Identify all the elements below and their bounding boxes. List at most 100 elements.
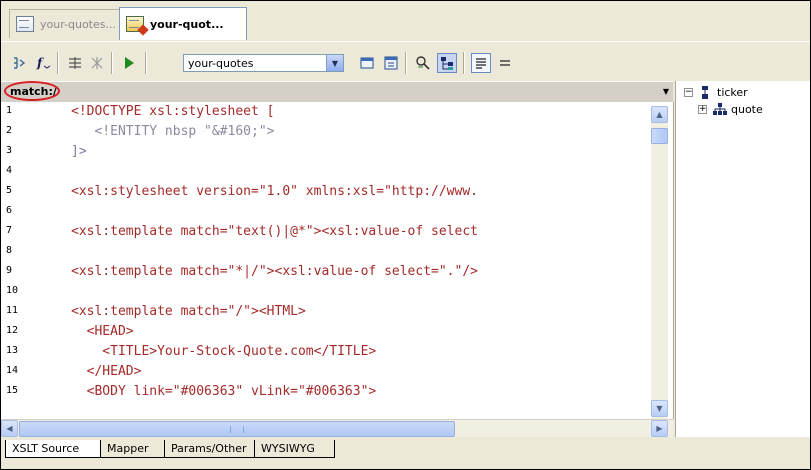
collapse-nodes-icon[interactable] — [65, 53, 85, 73]
window-layout-icon-svg — [384, 56, 398, 70]
doc-tab-active[interactable]: your-quot... — [119, 7, 247, 40]
line-number: 4 — [6, 165, 13, 176]
scroll-down-button[interactable]: ▼ — [651, 400, 668, 417]
tree-split-icon-svg — [14, 57, 26, 69]
code-line: <xsl:template match="text()|@*"><xsl:val… — [71, 224, 478, 239]
schema-tree-panel: − ticker + quote — [675, 81, 810, 437]
vertical-scroll-thumb[interactable] — [651, 128, 668, 144]
line-number: 1 — [6, 105, 13, 116]
chevron-down-icon[interactable]: ▼ — [663, 87, 669, 96]
doc-tab-inactive[interactable]: your-quotes... — [9, 9, 121, 38]
code-line: <xsl:template match="*|/"><xsl:value-of … — [71, 264, 478, 279]
code-line: ]> — [71, 144, 87, 159]
open-file-icon[interactable] — [357, 53, 377, 73]
doc-tab-label: your-quot... — [150, 17, 224, 31]
align-lines-icon[interactable] — [495, 53, 515, 73]
expand-nodes-icon-svg — [91, 57, 103, 69]
line-number: 13 — [6, 345, 19, 356]
tab-label: XSLT Source — [12, 442, 80, 455]
run-play-icon[interactable] — [119, 53, 139, 73]
scroll-left-button[interactable]: ◀ — [1, 420, 18, 437]
align-lines-icon-svg — [500, 60, 510, 66]
line-number: 14 — [6, 365, 19, 376]
collapse-toggle-icon[interactable]: − — [684, 87, 693, 97]
xslt-document-icon — [126, 16, 144, 32]
line-number: 3 — [6, 145, 13, 156]
vertical-scrollbar[interactable]: ▲ ▼ — [651, 106, 668, 419]
run-play-icon-svg — [125, 57, 134, 69]
app-window: your-quotes... your-quot... f your-quote… — [0, 0, 811, 470]
code-line: <xsl:stylesheet version="1.0" xmlns:xsl=… — [71, 184, 478, 199]
toolbar-separator — [57, 52, 59, 74]
tree-view-toggle-icon[interactable] — [437, 53, 457, 73]
match-bar[interactable]: match:/ ▼ — [1, 81, 673, 103]
line-number: 9 — [6, 265, 13, 276]
source-select[interactable]: your-quotes ▼ — [183, 54, 344, 72]
code-editor[interactable]: 1 2 3 4 5 6 7 8 9 10 11 12 13 14 15 <!DO… — [1, 102, 674, 419]
tab-label: WYSIWYG — [261, 442, 315, 455]
line-number: 6 — [6, 205, 13, 216]
doc-tab-label: your-quotes... — [40, 17, 116, 31]
collapse-nodes-icon-svg — [69, 57, 81, 69]
document-tab-bar: your-quotes... your-quot... — [1, 1, 810, 41]
tab-wysiwyg[interactable]: WYSIWYG — [255, 440, 335, 458]
code-line: <TITLE>Your-Stock-Quote.com</TITLE> — [71, 344, 377, 359]
line-number: 8 — [6, 245, 13, 256]
format-lines-icon-svg — [476, 58, 486, 69]
code-line: <xsl:template match="/"><HTML> — [71, 304, 306, 319]
function-icon[interactable]: f — [33, 53, 53, 73]
open-file-icon-svg — [360, 57, 374, 69]
source-select-value: your-quotes — [188, 56, 254, 70]
tree-node-label: ticker — [717, 85, 748, 99]
code-line: <!DOCTYPE xsl:stylesheet [ — [71, 104, 275, 119]
scroll-right-button[interactable]: ▶ — [651, 420, 668, 437]
line-number: 7 — [6, 225, 13, 236]
view-tab-bar: XSLT Source Mapper Params/Other WYSIWYG — [1, 437, 810, 469]
line-number-gutter: 1 2 3 4 5 6 7 8 9 10 11 12 13 14 15 — [1, 102, 51, 419]
element-group-icon-svg — [713, 103, 727, 115]
window-layout-icon[interactable] — [381, 53, 401, 73]
code-line: <BODY link="#006363" vLink="#006363"> — [71, 384, 377, 399]
scroll-grip-icon — [230, 426, 244, 433]
code-line: <HEAD> — [71, 324, 134, 339]
toolbar-separator — [463, 52, 465, 74]
toolbar-separator — [111, 52, 113, 74]
format-lines-icon[interactable] — [471, 53, 491, 73]
tab-mapper[interactable]: Mapper — [101, 440, 165, 458]
chevron-down-icon[interactable]: ▼ — [326, 55, 343, 71]
code-line: <!ENTITY nbsp "&#160;"> — [71, 124, 275, 139]
document-icon — [16, 16, 34, 32]
tab-label: Params/Other — [171, 442, 247, 455]
line-number: 5 — [6, 185, 13, 196]
element-node-icon-svg — [702, 86, 708, 99]
tree-split-icon[interactable] — [9, 53, 29, 73]
function-icon-svg: f — [36, 56, 51, 70]
highlight-circle — [4, 81, 60, 101]
tree-node-ticker[interactable]: − ticker — [684, 84, 748, 100]
line-number: 10 — [6, 285, 19, 296]
tab-xslt-source[interactable]: XSLT Source — [5, 440, 101, 458]
toolbar-separator — [145, 52, 147, 74]
line-number: 15 — [6, 385, 19, 396]
expand-nodes-icon[interactable] — [87, 53, 107, 73]
tab-label: Mapper — [107, 442, 149, 455]
line-number: 11 — [6, 305, 19, 316]
svg-text:f: f — [36, 56, 44, 70]
scroll-up-button[interactable]: ▲ — [651, 106, 668, 123]
tree-node-quote[interactable]: + quote — [698, 101, 763, 117]
schema-view-icon[interactable] — [413, 53, 433, 73]
tree-node-label: quote — [731, 102, 763, 116]
toolbar-separator — [405, 52, 407, 74]
schema-view-icon-svg — [416, 56, 430, 70]
toolbar: f your-quotes ▼ — [1, 41, 810, 82]
tab-params-other[interactable]: Params/Other — [165, 440, 255, 458]
horizontal-scrollbar[interactable]: ◀ ▶ — [1, 419, 673, 438]
line-number: 12 — [6, 325, 19, 336]
element-group-icon — [713, 103, 727, 115]
tree-view-toggle-icon-svg — [441, 57, 453, 70]
expand-toggle-icon[interactable]: + — [698, 104, 707, 114]
line-number: 2 — [6, 125, 13, 136]
element-node-icon — [699, 86, 711, 99]
code-line: </HEAD> — [71, 364, 142, 379]
horizontal-scroll-thumb[interactable] — [19, 421, 455, 437]
